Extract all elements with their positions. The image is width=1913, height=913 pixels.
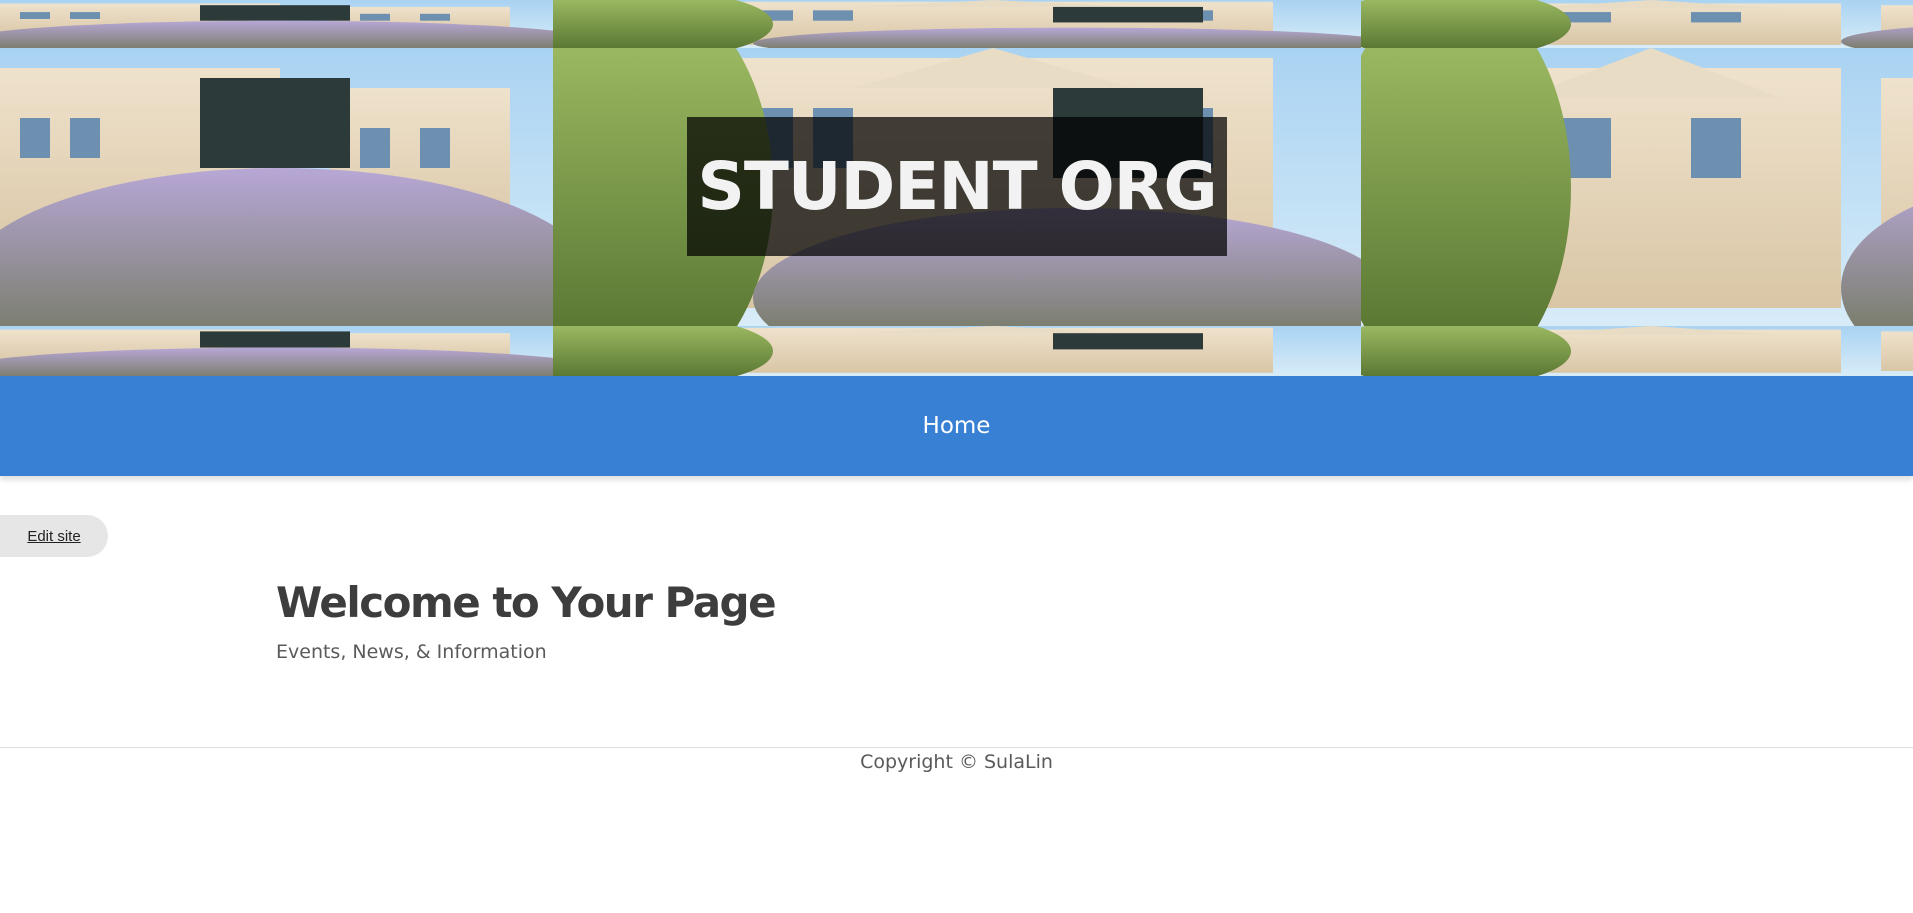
banner-photo-tile bbox=[1361, 326, 1913, 376]
banner-photo-tile bbox=[0, 0, 553, 48]
hero-banner: STUDENT ORG bbox=[0, 0, 1913, 376]
banner-photo-strip-top bbox=[0, 0, 1913, 48]
edit-site-button[interactable]: Edit site bbox=[0, 515, 108, 557]
page-title: Welcome to Your Page bbox=[276, 578, 777, 627]
site-title-overlay: STUDENT ORG bbox=[687, 117, 1227, 256]
edit-site-link[interactable]: Edit site bbox=[27, 528, 80, 545]
banner-photo-tile bbox=[1361, 0, 1913, 48]
page-subtitle: Events, News, & Information bbox=[276, 641, 547, 663]
banner-photo-tile bbox=[0, 48, 553, 326]
banner-photo-strip-bottom bbox=[0, 326, 1913, 376]
nav-item-home[interactable]: Home bbox=[923, 413, 991, 439]
footer-copyright: Copyright © SulaLin bbox=[860, 751, 1053, 773]
banner-photo-tile bbox=[0, 326, 553, 376]
banner-photo-tile bbox=[553, 0, 1361, 48]
banner-photo-tile bbox=[553, 326, 1361, 376]
footer-divider bbox=[0, 747, 1913, 748]
site-title: STUDENT ORG bbox=[697, 148, 1217, 225]
main-nav-bar: Home bbox=[0, 376, 1913, 476]
banner-photo-tile bbox=[1361, 48, 1913, 326]
